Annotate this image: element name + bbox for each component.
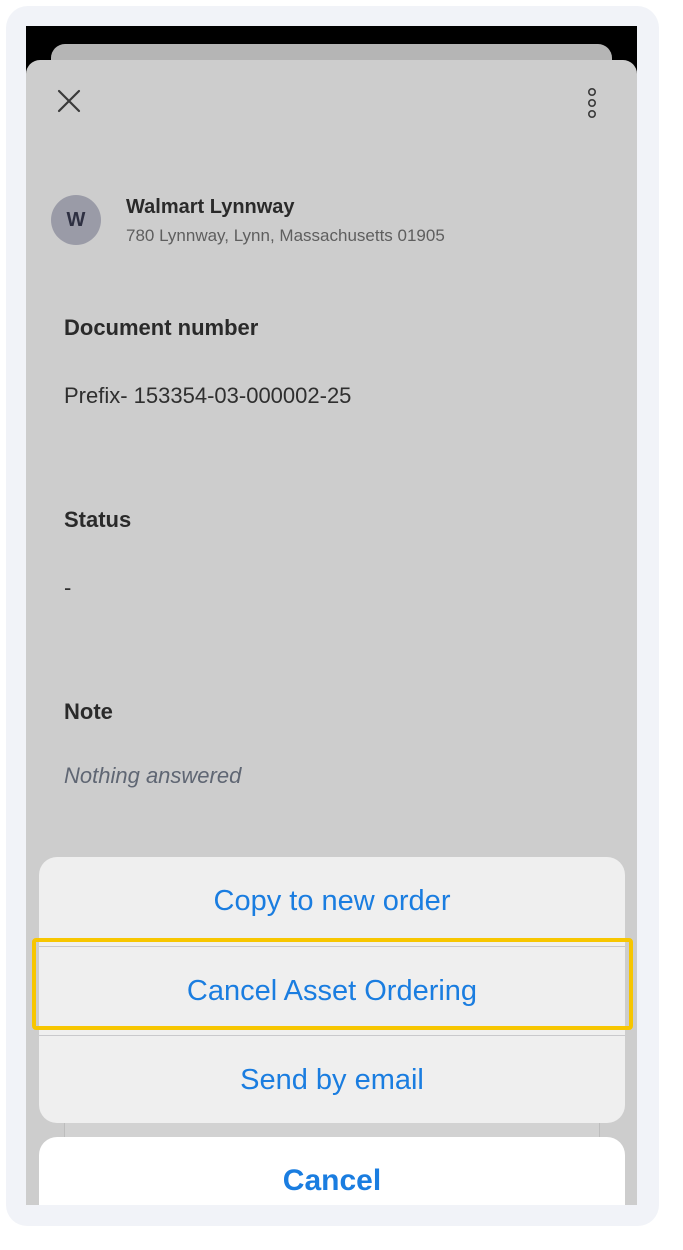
store-avatar: W — [51, 195, 101, 245]
device-frame-bottom — [6, 1205, 659, 1226]
note-value: Nothing answered — [64, 763, 242, 788]
store-name: Walmart Lynnway — [126, 196, 295, 218]
send-by-email-button[interactable]: Send by email — [39, 1036, 625, 1123]
more-options-button[interactable] — [579, 86, 605, 122]
close-icon — [57, 89, 81, 113]
note-label: Note — [64, 699, 113, 724]
more-vertical-icon — [588, 87, 597, 118]
close-button[interactable] — [54, 86, 84, 116]
highlight-box — [32, 938, 633, 1030]
status-label: Status — [64, 507, 132, 532]
document-number-label: Document number — [64, 315, 259, 340]
status-value: - — [64, 575, 72, 600]
document-number-value: Prefix- 153354-03-000002-25 — [64, 383, 352, 408]
copy-to-new-order-button[interactable]: Copy to new order — [39, 857, 625, 946]
store-address: 780 Lynnway, Lynn, Massachusetts 01905 — [126, 226, 445, 245]
